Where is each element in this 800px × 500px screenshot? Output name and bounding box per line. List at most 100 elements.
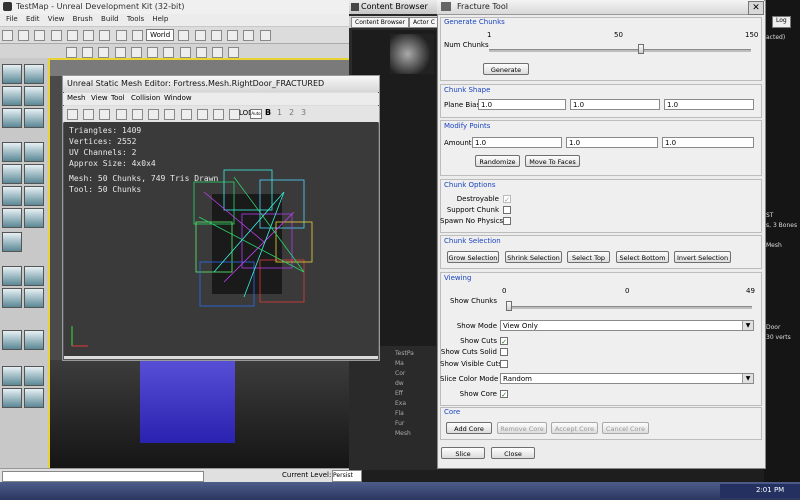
shader-icon[interactable] <box>163 47 175 58</box>
unlit-icon[interactable] <box>98 47 110 58</box>
wireframe-view-icon[interactable] <box>67 109 78 120</box>
show-core-checkbox[interactable]: ✓ <box>500 390 508 399</box>
undo-icon[interactable] <box>66 30 78 41</box>
sphere-icon[interactable] <box>195 47 207 58</box>
kismet-icon[interactable] <box>210 30 222 41</box>
chevron-down-icon[interactable]: ▼ <box>742 374 753 383</box>
texture-icon[interactable] <box>66 47 77 58</box>
csg-deintersect-icon[interactable] <box>24 288 44 308</box>
tree-item[interactable]: Cor <box>395 370 439 380</box>
show-chunks-slider-track[interactable] <box>506 306 752 309</box>
show-selected-icon[interactable] <box>24 366 44 386</box>
num-chunks-slider-thumb[interactable] <box>637 44 644 54</box>
command-input[interactable] <box>2 471 204 482</box>
tree-item[interactable]: dw <box>395 380 439 390</box>
redo-icon[interactable] <box>83 30 95 41</box>
cancel-core-button[interactable]: Cancel Core <box>602 422 649 434</box>
lit-icon[interactable] <box>82 47 94 58</box>
save-icon[interactable] <box>34 30 46 41</box>
shrink-selection-button[interactable]: Shrink Selection <box>505 251 562 263</box>
spiral-stair-icon[interactable] <box>2 186 22 206</box>
show-cuts-checkbox[interactable]: ✓ <box>500 337 508 346</box>
lod-auto-button[interactable]: Auto <box>250 109 262 119</box>
csg-add-icon[interactable] <box>2 266 22 286</box>
randomize-button[interactable]: Randomize <box>475 155 520 167</box>
build-icon[interactable] <box>243 30 255 41</box>
sockets-icon[interactable] <box>180 109 192 120</box>
save-all-icon[interactable] <box>50 30 62 41</box>
curved-stair-icon[interactable] <box>2 164 22 184</box>
tree-item[interactable]: TestPa <box>395 350 439 360</box>
menu-tool[interactable]: Tool <box>111 94 125 102</box>
spawn-no-physics-checkbox[interactable] <box>503 217 511 225</box>
menu-tools[interactable]: Tools <box>127 15 144 23</box>
slice-button[interactable]: Slice <box>441 447 485 459</box>
menu-edit[interactable]: Edit <box>26 15 40 23</box>
show-mode-select[interactable]: View Only ▼ <box>500 320 754 331</box>
remove-core-button[interactable]: Remove Core <box>497 422 547 434</box>
tree-item[interactable]: Fur <box>395 420 439 430</box>
menu-brush[interactable]: Brush <box>73 15 93 23</box>
select-top-button[interactable]: Select Top <box>567 251 610 263</box>
tab-actor-classes[interactable]: Actor C <box>409 17 439 28</box>
menu-build[interactable]: Build <box>101 15 119 23</box>
tangents-icon[interactable] <box>131 109 143 120</box>
eye-icon[interactable] <box>213 109 225 120</box>
select-invert-icon[interactable] <box>2 388 22 408</box>
close-icon[interactable]: ✕ <box>748 1 764 15</box>
bounds-icon[interactable] <box>83 109 95 120</box>
texture-align-icon[interactable] <box>24 86 44 106</box>
plane-bias-y-input[interactable]: 1.0 <box>570 99 660 110</box>
realtime-icon[interactable] <box>179 47 191 58</box>
cone-brush-icon[interactable] <box>24 142 44 162</box>
accept-core-button[interactable]: Accept Core <box>551 422 598 434</box>
hide-selected-icon[interactable] <box>2 366 22 386</box>
cube-brush-icon[interactable] <box>2 142 22 162</box>
tree-item[interactable]: Eff <box>395 390 439 400</box>
menu-view[interactable]: View <box>91 94 108 102</box>
menu-help[interactable]: Help <box>152 15 168 23</box>
lod-base-button[interactable]: B <box>265 108 271 117</box>
add-volume-icon[interactable] <box>2 330 22 350</box>
current-level-value[interactable]: Persist <box>332 470 362 482</box>
chevron-down-icon[interactable]: ▼ <box>742 321 753 330</box>
sheet-brush-icon[interactable] <box>2 208 22 228</box>
sphere-brush-icon[interactable] <box>24 208 44 228</box>
asset-thumbnail[interactable] <box>390 34 434 74</box>
add-core-button[interactable]: Add Core <box>446 422 492 434</box>
tree-item[interactable]: Ma <box>395 360 439 370</box>
geometry-mode-icon[interactable] <box>24 64 44 84</box>
grow-selection-button[interactable]: Grow Selection <box>447 251 499 263</box>
show-cuts-solid-checkbox[interactable] <box>500 348 508 356</box>
show-chunks-slider-thumb[interactable] <box>506 301 512 311</box>
menu-mesh[interactable]: Mesh <box>67 94 85 102</box>
lod-1-button[interactable]: 1 <box>277 108 282 117</box>
pivot-icon[interactable] <box>148 109 160 120</box>
grid-icon[interactable] <box>228 47 240 58</box>
tree-item[interactable]: Fla <box>395 410 439 420</box>
move-icon[interactable] <box>99 30 111 41</box>
mesh-paint-icon[interactable] <box>2 108 22 128</box>
lod-2-button[interactable]: 2 <box>289 108 294 117</box>
terrain-mode-icon[interactable] <box>2 86 22 106</box>
camera-mode-icon[interactable] <box>2 64 22 84</box>
show-all-icon[interactable] <box>24 388 44 408</box>
cylinder-icon[interactable] <box>24 186 44 206</box>
uv-icon[interactable] <box>196 109 208 120</box>
amount-y-input[interactable]: 1.0 <box>566 137 658 148</box>
generate-button[interactable]: Generate <box>483 63 529 75</box>
csg-subtract-icon[interactable] <box>24 266 44 286</box>
coordinate-system-select[interactable]: World <box>146 29 175 41</box>
cylinder-brush-icon[interactable] <box>24 108 44 128</box>
amount-x-input[interactable]: 1.0 <box>472 137 562 148</box>
rotate-icon[interactable] <box>115 30 127 41</box>
destroyable-checkbox[interactable]: ✓ <box>503 195 511 204</box>
menu-view[interactable]: View <box>48 15 65 23</box>
tree-item[interactable]: Mesh <box>395 430 439 440</box>
plane-bias-z-input[interactable]: 1.0 <box>664 99 754 110</box>
play-icon[interactable] <box>259 30 271 41</box>
select-bottom-button[interactable]: Select Bottom <box>616 251 669 263</box>
show-visible-cuts-checkbox[interactable] <box>500 360 508 368</box>
scale-icon[interactable] <box>131 30 143 41</box>
close-button[interactable]: Close <box>491 447 535 459</box>
